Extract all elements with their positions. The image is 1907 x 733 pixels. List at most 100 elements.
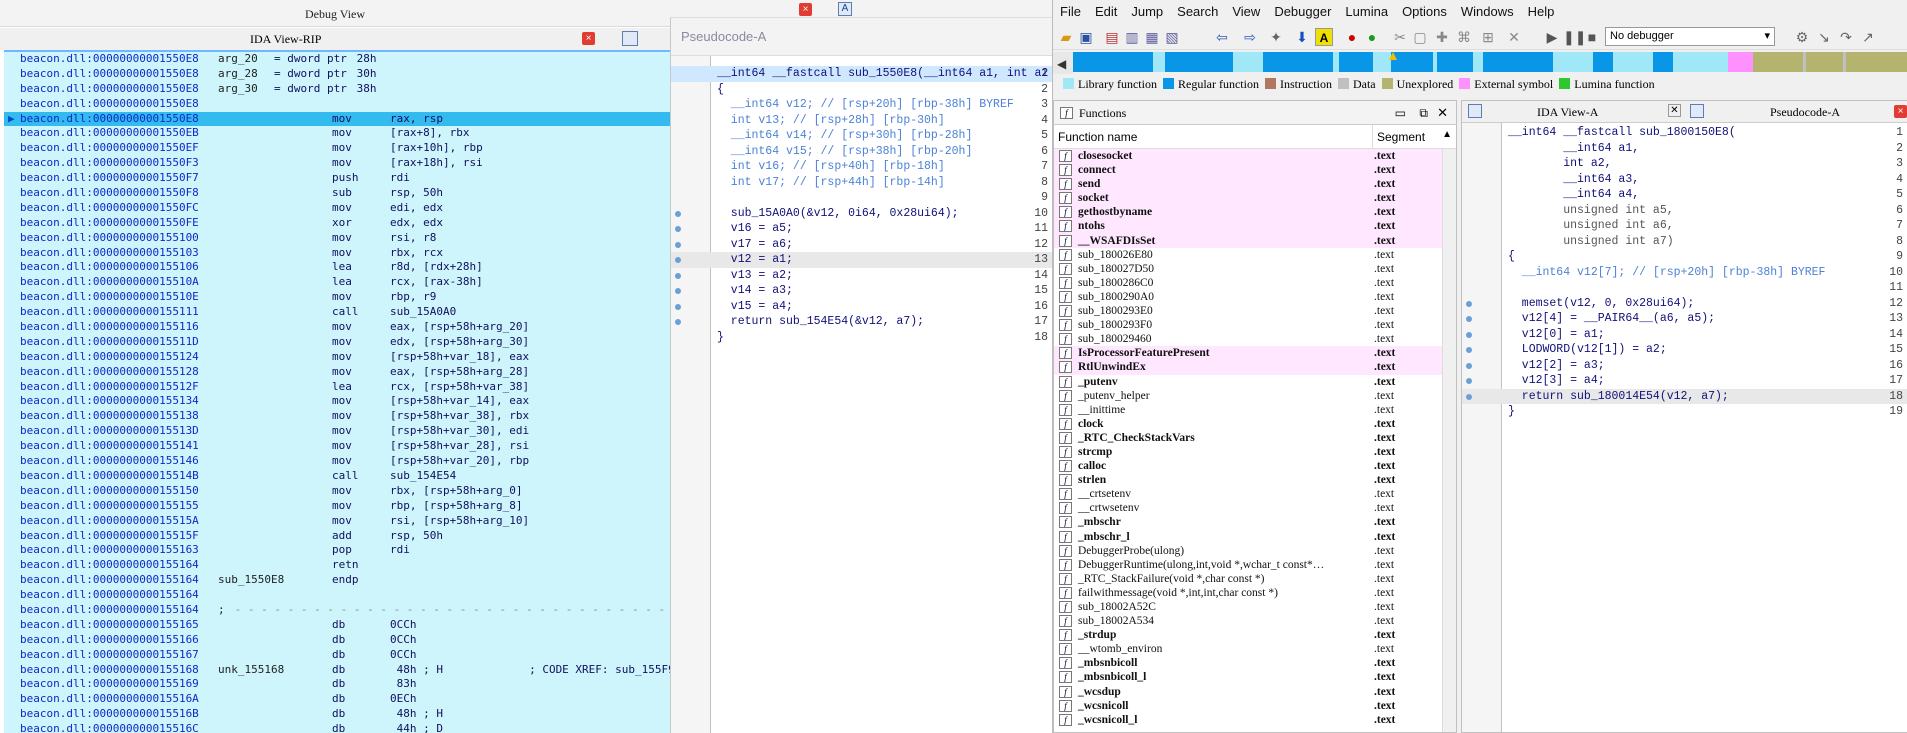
pseudocode-left-title[interactable]: Pseudocode-A — [681, 29, 766, 44]
close-tab-icon[interactable]: ✕ — [1668, 104, 1681, 117]
breakpoint-icon[interactable]: ● — [1343, 28, 1361, 46]
functions-scrollbar[interactable] — [1442, 149, 1456, 732]
disasm-line[interactable]: beacon.dll:00000000001550F3 mov [rax+18h],… — [4, 156, 670, 171]
pause-icon[interactable]: ❚❚ — [1563, 28, 1586, 46]
function-row[interactable]: f IsProcessorFeaturePresent .text — [1054, 346, 1456, 361]
function-row[interactable]: f send .text — [1054, 177, 1456, 192]
breakpoint-dot-icon[interactable] — [675, 319, 681, 325]
pseudocode-left-line[interactable]: 8 int v17; // [rsp+44h] [rbp-14h] — [671, 175, 1052, 191]
function-row[interactable]: f sub_1800293F0 .text — [1054, 318, 1456, 332]
disasm-line[interactable]: beacon.dll:0000000000155100 mov rsi, r8 — [4, 231, 670, 246]
close-ida-view-button[interactable]: × — [582, 32, 595, 45]
function-row[interactable]: f _wcsdup .text — [1054, 685, 1456, 699]
pseudocode-left-line[interactable]: 3 __int64 v12; // [rsp+20h] [rbp-38h] BY… — [671, 97, 1052, 113]
disasm-line[interactable]: beacon.dll:000000000015516A db 0ECh — [4, 692, 670, 707]
function-row[interactable]: f __crtsetenv .text — [1054, 487, 1456, 501]
disasm-line[interactable]: beacon.dll:0000000000155146 mov [rsp+58h+v… — [4, 454, 670, 469]
pseudocode-left-code[interactable]: 1 __int64 __fastcall sub_1550E8(__int64 a… — [671, 66, 1052, 345]
open-folder-icon[interactable]: ▰ — [1057, 28, 1075, 46]
disasm-line[interactable]: beacon.dll:00000000001550F7 push rdi — [4, 171, 670, 186]
pseudocode-left-line[interactable]: 16 v15 = a4; — [671, 299, 1052, 315]
disasm-line[interactable]: beacon.dll:0000000000155128 mov eax, [rsp+… — [4, 365, 670, 380]
tab-ida-view-rip[interactable]: IDA View-RIP — [250, 28, 321, 50]
pseudocode-left-line[interactable]: 14 v13 = a2; — [671, 268, 1052, 284]
breakpoint-dot-icon[interactable] — [675, 288, 681, 294]
pseudocode-left-line[interactable]: 6 __int64 v15; // [rsp+38h] [rbp-20h] — [671, 144, 1052, 160]
breakpoint-dot-icon[interactable] — [1466, 347, 1472, 353]
disasm-line[interactable]: beacon.dll:00000000001550F8 sub rsp, 50h — [4, 186, 670, 201]
function-row[interactable]: f _wcsnicoll_l .text — [1054, 713, 1456, 727]
sync-icon-2[interactable] — [1690, 104, 1704, 118]
function-row[interactable]: f ntohs .text — [1054, 219, 1456, 234]
function-row[interactable]: f sub_1800290A0 .text — [1054, 290, 1456, 304]
function-row[interactable]: f RtlUnwindEx .text — [1054, 360, 1456, 375]
pseudocode-right-line[interactable]: 10 __int64 v12[7]; // [rsp+20h] [rbp-38h… — [1462, 265, 1907, 281]
menu-options[interactable]: Options — [1395, 0, 1454, 24]
pseudocode-right-line[interactable]: 17 v12[3] = a4; — [1462, 373, 1907, 389]
plus-icon[interactable]: ✚ — [1433, 28, 1451, 46]
maximize-icon[interactable]: ▭ — [1395, 101, 1406, 125]
close-pseudocode-button[interactable]: × — [1894, 105, 1907, 118]
tab-pseudocode-a[interactable]: Pseudocode-A — [1770, 101, 1840, 123]
breakpoint-dot-icon[interactable] — [675, 241, 681, 248]
menu-file[interactable]: File — [1053, 0, 1088, 24]
disasm-line[interactable]: beacon.dll:00000000001550FE xor edx, edx — [4, 216, 670, 231]
breakpoint-dot-icon[interactable] — [1466, 378, 1472, 384]
debugger-select[interactable]: No debugger ▾ — [1605, 27, 1775, 46]
column-segment[interactable]: Segment — [1372, 125, 1425, 149]
disasm-line[interactable]: beacon.dll:0000000000155111 call sub_15A0A… — [4, 305, 670, 320]
pseudocode-right-line[interactable]: 19} — [1462, 404, 1907, 420]
menu-help[interactable]: Help — [1521, 0, 1562, 24]
pseudocode-right-line[interactable]: 6 unsigned int a5, — [1462, 203, 1907, 219]
function-row[interactable]: f strlen .text — [1054, 473, 1456, 487]
menu-search[interactable]: Search — [1170, 0, 1225, 24]
find-icon[interactable]: ▦ — [1143, 28, 1161, 46]
disasm-line[interactable]: beacon.dll:0000000000155167 db 0CCh — [4, 648, 670, 663]
disasm-line[interactable]: beacon.dll:0000000000155165 db 0CCh — [4, 618, 670, 633]
stop-icon[interactable]: ✕ — [1505, 28, 1523, 46]
pseudocode-right-line[interactable]: 4 __int64 a3, — [1462, 172, 1907, 188]
close-debug-view-button[interactable]: × — [799, 3, 812, 16]
function-row[interactable]: f _putenv_helper .text — [1054, 389, 1456, 403]
breakpoint-dot-icon[interactable] — [675, 210, 681, 217]
disasm-line[interactable]: beacon.dll:00000000001550E8 arg_20 = dword… — [4, 52, 670, 67]
pseudocode-left-line[interactable]: 9 — [671, 190, 1052, 206]
disasm-line[interactable]: beacon.dll:000000000015510E mov rbp, r9 — [4, 290, 670, 305]
disasm-line[interactable]: beacon.dll:0000000000155106 lea r8d, [rdx+… — [4, 260, 670, 275]
function-row[interactable]: f _wcsnicoll .text — [1054, 699, 1456, 713]
disasm-line[interactable]: beacon.dll:0000000000155164 — [4, 588, 670, 603]
function-row[interactable]: f gethostbyname .text — [1054, 205, 1456, 220]
breakpoint-dot-icon[interactable] — [1466, 362, 1472, 369]
pseudocode-left-line[interactable]: 1 __int64 __fastcall sub_1550E8(__int64 a… — [671, 66, 1052, 82]
close-icon[interactable]: ✕ — [1437, 101, 1448, 125]
step-out-icon[interactable]: ↗ — [1859, 28, 1877, 46]
disasm-line[interactable]: beacon.dll:000000000015516C db 44h ; D — [4, 722, 670, 733]
disasm-line[interactable]: beacon.dll:0000000000155164 retn — [4, 558, 670, 573]
float-window-icon[interactable]: ⧉ — [1419, 101, 1428, 125]
disasm-line[interactable]: beacon.dll:0000000000155166 db 0CCh — [4, 633, 670, 648]
disasm-line[interactable]: ▶ beacon.dll:00000000001550E8 mov rax, rsp — [4, 111, 670, 127]
disasm-line[interactable]: beacon.dll:000000000015516B db 48h ; H — [4, 707, 670, 722]
step-over-icon[interactable]: ↷ — [1837, 28, 1855, 46]
disasm-line[interactable]: beacon.dll:0000000000155155 mov rbp, [rsp+… — [4, 499, 670, 514]
disasm-line[interactable]: beacon.dll:00000000001550FC mov edi, edx — [4, 201, 670, 216]
disasm-line[interactable]: beacon.dll:00000000001550E8 — [4, 97, 670, 112]
disasm-line[interactable]: beacon.dll:000000000015513D mov [rsp+58h+v… — [4, 424, 670, 439]
lumina-icon[interactable]: ● — [1363, 28, 1381, 46]
function-row[interactable]: f socket .text — [1054, 191, 1456, 206]
function-row[interactable]: f strcmp .text — [1054, 445, 1456, 459]
disasm-line[interactable]: beacon.dll:0000000000155103 mov rbx, rcx — [4, 246, 670, 261]
menu-lumina[interactable]: Lumina — [1338, 0, 1395, 24]
function-row[interactable]: f sub_180026E80 .text — [1054, 248, 1456, 262]
disasm-line[interactable]: beacon.dll:0000000000155116 mov eax, [rsp+… — [4, 320, 670, 335]
disasm-line[interactable]: beacon.dll:0000000000155138 mov [rsp+58h+v… — [4, 409, 670, 424]
pseudocode-right-line[interactable]: 3 int a2, — [1462, 156, 1907, 172]
sync-icon[interactable] — [1468, 104, 1482, 118]
forward-arrow-icon[interactable]: ⇨ — [1241, 28, 1259, 46]
menu-jump[interactable]: Jump — [1124, 0, 1170, 24]
pseudocode-left-line[interactable]: 12 v17 = a6; — [671, 237, 1052, 253]
function-row[interactable]: f _mbschr .text — [1054, 515, 1456, 529]
function-row[interactable]: f sub_1800286C0 .text — [1054, 276, 1456, 290]
menu-windows[interactable]: Windows — [1454, 0, 1521, 24]
pseudocode-right-line[interactable]: 8 unsigned int a7) — [1462, 234, 1907, 250]
